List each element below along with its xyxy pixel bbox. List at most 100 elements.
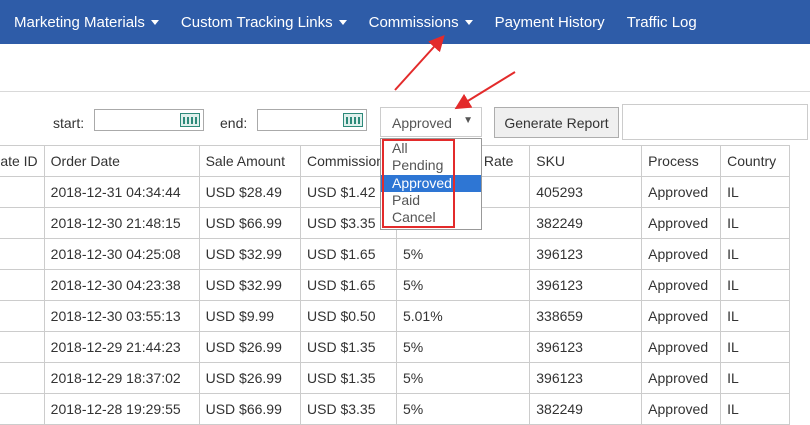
- table-cell: USD $26.99: [198, 362, 302, 394]
- start-label: start:: [53, 115, 85, 131]
- table-cell: [0, 331, 45, 363]
- table-cell: Approved: [641, 300, 722, 332]
- caret-down-icon: [150, 19, 159, 25]
- table-cell: USD $66.99: [198, 393, 302, 425]
- section-divider: [0, 91, 810, 92]
- table-cell: 5%: [395, 362, 531, 394]
- end-label: end:: [220, 115, 248, 131]
- table-row: 2018-12-29 18:37:02 USD $26.99 USD $1.35 5%…: [0, 362, 790, 394]
- col-header: ate ID: [0, 145, 45, 177]
- nav-label: Traffic Log: [626, 13, 697, 31]
- table-cell: 2018-12-30 04:25:08: [43, 238, 200, 270]
- table-cell: [0, 393, 45, 425]
- table-cell: 382249: [529, 207, 643, 239]
- col-header: Sale Amount: [198, 145, 302, 177]
- table-cell: USD $1.35: [300, 331, 397, 363]
- table-cell: USD $0.50: [300, 300, 397, 332]
- status-dropdown-list: All Pending Approved Paid Cancel: [380, 138, 482, 230]
- end-date-input[interactable]: [257, 109, 367, 131]
- nav-payment-history[interactable]: Payment History: [495, 14, 605, 31]
- table-cell: USD $1.35: [300, 362, 397, 394]
- caret-down-icon: [338, 19, 347, 25]
- table-cell: 5%: [395, 238, 531, 270]
- table-cell: 2018-12-29 21:44:23: [43, 331, 200, 363]
- table-cell: Approved: [641, 393, 722, 425]
- table-cell: USD $66.99: [198, 207, 302, 239]
- table-cell: [0, 238, 45, 270]
- table-cell: 382249: [529, 393, 643, 425]
- table-cell: [0, 176, 45, 208]
- table-row: 2018-12-30 04:25:08 USD $32.99 USD $1.65 5%…: [0, 238, 790, 270]
- status-option-paid[interactable]: Paid: [381, 192, 481, 209]
- table-cell: 5%: [395, 269, 531, 301]
- calendar-icon[interactable]: [180, 113, 200, 127]
- table-cell: Approved: [641, 269, 722, 301]
- search-input[interactable]: [622, 104, 808, 140]
- col-header: Order Date: [43, 145, 200, 177]
- table-cell: [0, 300, 45, 332]
- calendar-icon[interactable]: [343, 113, 363, 127]
- nav-label: Payment History: [494, 13, 605, 31]
- nav-commissions[interactable]: Commissions: [369, 14, 473, 31]
- table-cell: Approved: [641, 362, 722, 394]
- table-cell: USD $1.65: [300, 269, 397, 301]
- chevron-down-icon: ▼: [463, 115, 473, 126]
- table-cell: Approved: [641, 207, 722, 239]
- table-cell: 5%: [395, 331, 531, 363]
- table-cell: 405293: [529, 176, 643, 208]
- table-cell: IL: [720, 331, 790, 363]
- table-cell: Approved: [641, 238, 722, 270]
- table-cell: 2018-12-30 03:55:13: [43, 300, 200, 332]
- table-cell: 396123: [529, 238, 643, 270]
- status-option-pending[interactable]: Pending: [381, 157, 481, 174]
- table-cell: 2018-12-29 18:37:02: [43, 362, 200, 394]
- col-header: Country: [720, 145, 790, 177]
- table-cell: 2018-12-30 21:48:15: [43, 207, 200, 239]
- start-date-input[interactable]: [94, 109, 204, 131]
- table-cell: USD $32.99: [198, 269, 302, 301]
- status-option-cancel[interactable]: Cancel: [381, 209, 481, 226]
- arrow-to-status-select: [454, 71, 516, 110]
- status-option-all[interactable]: All: [381, 140, 481, 157]
- table-cell: Approved: [641, 331, 722, 363]
- col-header: SKU: [529, 145, 643, 177]
- table-cell: IL: [720, 238, 790, 270]
- status-select[interactable]: Approved ▼: [380, 107, 482, 137]
- table-row: 2018-12-30 04:23:38 USD $32.99 USD $1.65 5%…: [0, 269, 790, 301]
- table-cell: 396123: [529, 362, 643, 394]
- table-cell: USD $26.99: [198, 331, 302, 363]
- table-cell: USD $3.35: [300, 393, 397, 425]
- table-row: 2018-12-29 21:44:23 USD $26.99 USD $1.35 5%…: [0, 331, 790, 363]
- table-cell: [0, 269, 45, 301]
- table-cell: IL: [720, 269, 790, 301]
- top-navbar: Marketing Materials Custom Tracking Link…: [0, 0, 810, 44]
- table-cell: 5.01%: [395, 300, 531, 332]
- nav-custom-tracking-links[interactable]: Custom Tracking Links: [181, 14, 347, 31]
- table-cell: 2018-12-31 04:34:44: [43, 176, 200, 208]
- nav-label: Custom Tracking Links: [180, 13, 333, 31]
- col-header: Process: [641, 145, 722, 177]
- generate-report-button[interactable]: Generate Report: [494, 107, 619, 138]
- table-cell: USD $28.49: [198, 176, 302, 208]
- nav-label: Commissions: [368, 13, 459, 31]
- table-cell: Approved: [641, 176, 722, 208]
- nav-marketing-materials[interactable]: Marketing Materials: [14, 14, 159, 31]
- table-cell: USD $1.65: [300, 238, 397, 270]
- table-cell: IL: [720, 207, 790, 239]
- caret-down-icon: [464, 19, 473, 25]
- table-cell: 5%: [395, 393, 531, 425]
- table-cell: USD $32.99: [198, 238, 302, 270]
- table-row: 2018-12-28 19:29:55 USD $66.99 USD $3.35 5%…: [0, 393, 790, 425]
- table-cell: 338659: [529, 300, 643, 332]
- table-cell: 2018-12-30 04:23:38: [43, 269, 200, 301]
- table-cell: 396123: [529, 269, 643, 301]
- table-cell: IL: [720, 176, 790, 208]
- table-cell: [0, 207, 45, 239]
- table-cell: IL: [720, 393, 790, 425]
- status-select-value: Approved: [392, 115, 452, 131]
- status-option-approved[interactable]: Approved: [381, 175, 481, 192]
- arrow-to-commissions: [394, 35, 445, 91]
- table-cell: 2018-12-28 19:29:55: [43, 393, 200, 425]
- nav-traffic-log[interactable]: Traffic Log: [627, 14, 697, 31]
- table-cell: 396123: [529, 331, 643, 363]
